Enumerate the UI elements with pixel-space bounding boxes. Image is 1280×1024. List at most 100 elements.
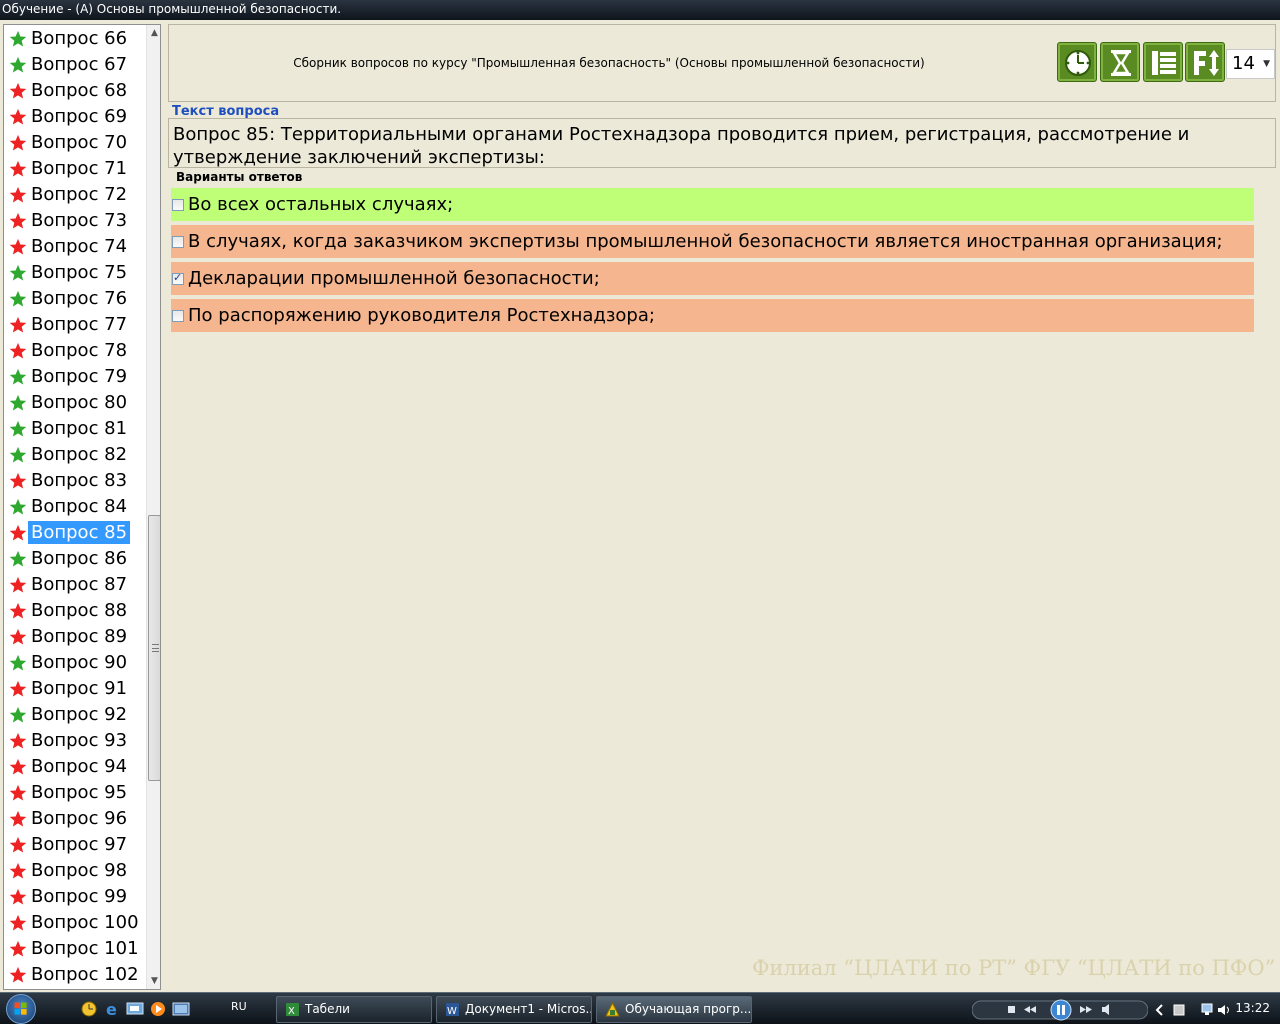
green-star-icon [9, 394, 27, 411]
start-button[interactable] [2, 994, 54, 1024]
question-list-item[interactable]: Вопрос 73 [4, 208, 144, 234]
answer-option-4[interactable]: По распоряжению руководителя Ростехнадзо… [171, 299, 1254, 332]
question-list-item[interactable]: Вопрос 90 [4, 650, 144, 676]
question-list-item[interactable]: Вопрос 78 [4, 338, 144, 364]
red-star-icon [9, 316, 27, 333]
scroll-up-arrow-icon[interactable]: ▲ [147, 25, 160, 41]
green-star-icon [9, 446, 27, 463]
question-list-item-label: Вопрос 93 [31, 730, 128, 751]
question-list-item[interactable]: Вопрос 84 [4, 494, 144, 520]
question-list-item[interactable]: Вопрос 76 [4, 286, 144, 312]
question-list-item-label: Вопрос 88 [31, 600, 128, 621]
scrollbar-grip-icon [152, 644, 159, 652]
language-indicator[interactable]: RU [231, 1000, 247, 1013]
internet-explorer-icon[interactable]: e [104, 1001, 122, 1017]
question-list-item[interactable]: Вопрос 74 [4, 234, 144, 260]
tray-icons[interactable] [1154, 1002, 1234, 1018]
question-list-item-label: Вопрос 97 [31, 834, 128, 855]
question-list-item[interactable]: Вопрос 70 [4, 130, 144, 156]
question-list-item-label: Вопрос 86 [31, 548, 128, 569]
question-list-item[interactable]: Вопрос 69 [4, 104, 144, 130]
red-star-icon [9, 602, 27, 619]
switch-windows-icon[interactable] [172, 1001, 190, 1017]
list-icon [1152, 51, 1176, 75]
question-list-item[interactable]: Вопрос 93 [4, 728, 144, 754]
red-star-icon [9, 524, 27, 541]
answer-option-3[interactable]: Декларации промышленной безопасности; [171, 262, 1254, 295]
question-list-item[interactable]: Вопрос 83 [4, 468, 144, 494]
question-list-item[interactable]: Вопрос 67 [4, 52, 144, 78]
question-list-item[interactable]: Вопрос 71 [4, 156, 144, 182]
header-panel: Сборник вопросов по курсу "Промышленная … [168, 24, 1276, 102]
question-list-item-label: Вопрос 101 [31, 938, 139, 959]
answer-checkbox-4[interactable] [172, 310, 184, 322]
task-label: Табели [305, 1002, 350, 1016]
question-list-item[interactable]: Вопрос 96 [4, 806, 144, 832]
question-list-item[interactable]: Вопрос 89 [4, 624, 144, 650]
red-star-icon [9, 810, 27, 827]
font-size-select[interactable]: 14 ▼ [1226, 49, 1275, 79]
question-list-item[interactable]: Вопрос 94 [4, 754, 144, 780]
question-list-item-label: Вопрос 82 [31, 444, 128, 465]
scroll-down-arrow-icon[interactable]: ▼ [147, 973, 160, 989]
green-star-icon [9, 264, 27, 281]
question-list-item[interactable]: Вопрос 81 [4, 416, 144, 442]
question-list-item[interactable]: Вопрос 97 [4, 832, 144, 858]
question-list-item[interactable]: Вопрос 75 [4, 260, 144, 286]
clock[interactable]: 13:22 [1235, 1001, 1270, 1015]
hourglass-button[interactable] [1100, 42, 1140, 82]
question-list-item[interactable]: Вопрос 87 [4, 572, 144, 598]
question-list-item[interactable]: Вопрос 99 [4, 884, 144, 910]
question-list-item[interactable]: Вопрос 82 [4, 442, 144, 468]
task-tabeli[interactable]: X Табели [276, 996, 432, 1023]
question-list-item[interactable]: Вопрос 86 [4, 546, 144, 572]
media-controls [971, 996, 1149, 1023]
answer-option-1[interactable]: Во всех остальных случаях; [171, 188, 1254, 221]
media-player-icon[interactable] [149, 1001, 167, 1017]
answer-checkbox-2[interactable] [172, 236, 184, 248]
question-list-item[interactable]: Вопрос 88 [4, 598, 144, 624]
question-list-item[interactable]: Вопрос 80 [4, 390, 144, 416]
question-list-button[interactable] [1143, 42, 1183, 82]
red-star-icon [9, 160, 27, 177]
answer-text-1: Во всех остальных случаях; [188, 194, 454, 215]
question-list-item-label: Вопрос 74 [31, 236, 128, 257]
answer-option-2[interactable]: В случаях, когда заказчиком экспертизы п… [171, 225, 1254, 258]
question-list-item[interactable]: Вопрос 98 [4, 858, 144, 884]
show-desktop-icon[interactable] [126, 1001, 144, 1017]
question-list-item[interactable]: Вопрос 102 [4, 962, 144, 988]
red-star-icon [9, 238, 27, 255]
question-list-item[interactable]: Вопрос 72 [4, 182, 144, 208]
question-list-item[interactable]: Вопрос 66 [4, 26, 144, 52]
question-list[interactable]: Вопрос 66 Вопрос 67 Вопрос 68 Вопрос 69 Вопр… [3, 24, 161, 990]
question-list-item-label: Вопрос 100 [31, 912, 139, 933]
question-list-item[interactable]: Вопрос 91 [4, 676, 144, 702]
timer-button[interactable] [1057, 42, 1097, 82]
task-document1[interactable]: W Документ1 - Micros... [436, 996, 592, 1023]
clock-icon [1065, 50, 1091, 76]
system-tray: 13:22 [1150, 993, 1280, 1024]
red-star-icon [9, 940, 27, 957]
scrollbar-thumb[interactable] [148, 515, 160, 781]
question-list-item[interactable]: Вопрос 79 [4, 364, 144, 390]
question-list-item[interactable]: Вопрос 100 [4, 910, 144, 936]
clock-app-icon[interactable] [80, 1001, 98, 1017]
question-list-item[interactable]: Вопрос 101 [4, 936, 144, 962]
font-size-button[interactable] [1185, 42, 1225, 82]
answer-checkbox-1[interactable] [172, 199, 184, 211]
question-list-item[interactable]: Вопрос 68 [4, 78, 144, 104]
task-training-program[interactable]: Обучающая прогр... [596, 996, 752, 1023]
question-list-item-label: Вопрос 91 [31, 678, 128, 699]
question-section-label: Текст вопроса [172, 104, 280, 119]
answer-checkbox-3[interactable] [172, 271, 184, 285]
question-list-item[interactable]: Вопрос 85 [4, 520, 144, 546]
windows-logo-icon [6, 994, 36, 1024]
window-title: Обучение - (А) Основы промышленной безоп… [2, 2, 342, 16]
question-list-scrollbar[interactable]: ▲ ▼ [146, 25, 160, 989]
question-list-item[interactable]: Вопрос 77 [4, 312, 144, 338]
question-list-item[interactable]: Вопрос 92 [4, 702, 144, 728]
red-star-icon [9, 836, 27, 853]
red-star-icon [9, 862, 27, 879]
task-label: Документ1 - Micros... [465, 1002, 592, 1016]
question-list-item[interactable]: Вопрос 95 [4, 780, 144, 806]
